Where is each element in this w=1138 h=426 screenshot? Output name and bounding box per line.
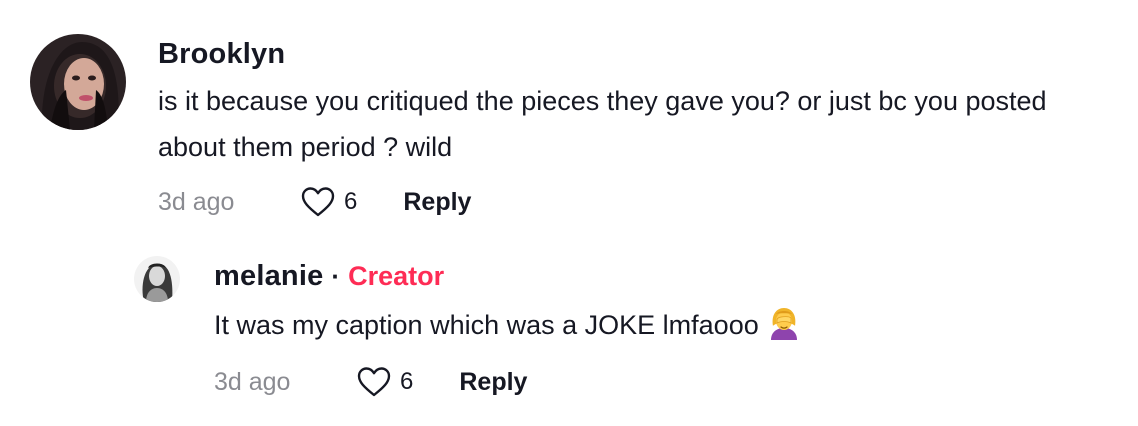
avatar-photo-icon — [30, 34, 126, 130]
like-count: 6 — [344, 188, 358, 215]
comment-body: Brooklyn is it because you critiqued the… — [158, 34, 1118, 220]
comment-meta: 3d ago 6 Reply — [158, 184, 1118, 220]
comment: Brooklyn is it because you critiqued the… — [30, 34, 1120, 220]
comment-text-content: It was my caption which was a JOKE lmfao… — [214, 310, 759, 340]
comment-body: melanie · Creator It was my caption whic… — [214, 256, 801, 400]
avatar-photo-icon — [134, 256, 180, 302]
woman-facepalming-emoji-icon — [770, 308, 797, 340]
heart-icon — [357, 367, 391, 397]
username[interactable]: melanie — [214, 260, 323, 293]
avatar[interactable] — [134, 256, 180, 302]
creator-badge: Creator — [348, 260, 445, 291]
username-row: Brooklyn — [158, 34, 1118, 74]
separator-dot: · — [331, 260, 341, 291]
reply-comment: melanie · Creator It was my caption whic… — [134, 256, 1114, 400]
avatar[interactable] — [30, 34, 126, 130]
reply-button[interactable]: Reply — [403, 188, 471, 217]
username[interactable]: Brooklyn — [158, 38, 285, 71]
comment-text: is it because you critiqued the pieces t… — [158, 86, 1047, 162]
heart-icon — [301, 187, 335, 217]
comment-meta: 3d ago 6 Reply — [214, 364, 801, 400]
reply-button[interactable]: Reply — [459, 368, 527, 397]
like-button[interactable]: 6 — [300, 186, 357, 218]
like-count: 6 — [400, 368, 414, 395]
like-button[interactable]: 6 — [356, 366, 413, 398]
timestamp: 3d ago — [158, 187, 235, 216]
username-row: melanie · Creator — [214, 256, 801, 296]
comment-text: It was my caption which was a JOKE lmfao… — [214, 302, 801, 348]
timestamp: 3d ago — [214, 367, 291, 396]
